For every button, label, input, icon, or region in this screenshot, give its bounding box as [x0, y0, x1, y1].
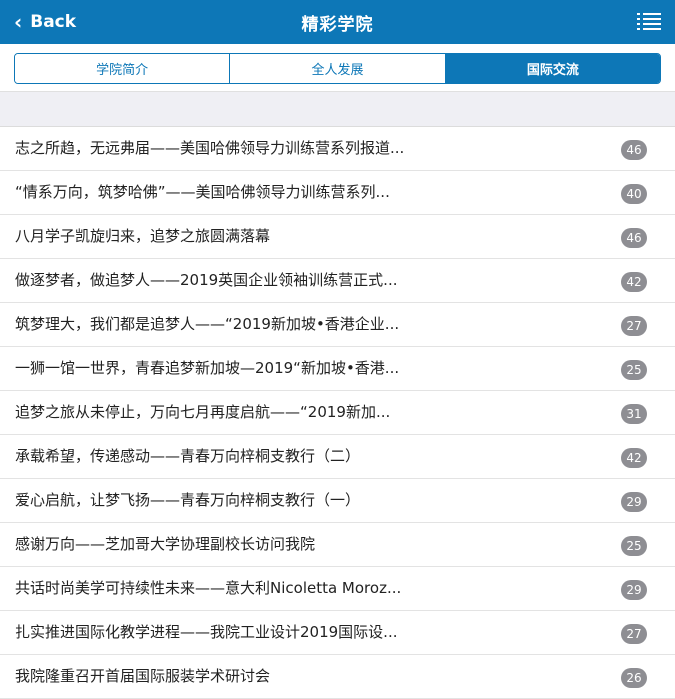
view-count-badge: 42	[621, 448, 647, 468]
article-title: 志之所趋，无远弗届——美国哈佛领导力训练营系列报道...	[15, 139, 405, 157]
tab-international-exchange[interactable]: 国际交流	[444, 54, 660, 83]
view-count-badge: 42	[621, 272, 647, 292]
article-title: 承载希望，传递感动——青春万向梓桐支教行（二）	[15, 447, 361, 465]
list-item[interactable]: 追梦之旅从未停止，万向七月再度启航——“2019新加... 31	[0, 391, 675, 435]
article-title: 感谢万向——芝加哥大学协理副校长访问我院	[15, 535, 316, 553]
section-divider	[0, 91, 675, 127]
tab-college-intro[interactable]: 学院简介	[15, 54, 230, 83]
article-title: 做逐梦者，做追梦人——2019英国企业领袖训练营正式...	[15, 271, 398, 289]
list-item[interactable]: 筑梦理大，我们都是追梦人——“2019新加坡•香港企业... 27	[0, 303, 675, 347]
list-item[interactable]: 爱心启航，让梦飞扬——青春万向梓桐支教行（一） 29	[0, 479, 675, 523]
list-item[interactable]: 志之所趋，无远弗届——美国哈佛领导力训练营系列报道... 46	[0, 127, 675, 171]
list-item[interactable]: 扎实推进国际化教学进程——我院工业设计2019国际设... 27	[0, 611, 675, 655]
view-count-badge: 31	[621, 404, 647, 424]
back-button[interactable]: ‹ Back	[14, 0, 76, 44]
back-label: Back	[30, 12, 77, 32]
view-count-badge: 27	[621, 624, 647, 644]
app-header: ‹ Back 精彩学院	[0, 0, 675, 44]
tab-bar: 学院简介 全人发展 国际交流	[0, 44, 675, 91]
list-item[interactable]: 一狮一馆一世界，青春追梦新加坡—2019“新加坡•香港... 25	[0, 347, 675, 391]
list-menu-icon[interactable]	[637, 13, 661, 31]
view-count-badge: 46	[621, 228, 647, 248]
page-title: 精彩学院	[301, 14, 374, 35]
list-item[interactable]: “情系万向，筑梦哈佛”——美国哈佛领导力训练营系列... 40	[0, 171, 675, 215]
article-title: 我院隆重召开首届国际服装学术研讨会	[15, 667, 271, 685]
segmented-control: 学院简介 全人发展 国际交流	[14, 53, 661, 84]
article-title: 扎实推进国际化教学进程——我院工业设计2019国际设...	[15, 623, 398, 641]
view-count-badge: 29	[621, 580, 647, 600]
tab-whole-person-development[interactable]: 全人发展	[229, 54, 445, 83]
article-title: 爱心启航，让梦飞扬——青春万向梓桐支教行（一）	[15, 491, 361, 509]
view-count-badge: 26	[621, 668, 647, 688]
article-title: 筑梦理大，我们都是追梦人——“2019新加坡•香港企业...	[15, 315, 400, 333]
list-item[interactable]: 感谢万向——芝加哥大学协理副校长访问我院 25	[0, 523, 675, 567]
view-count-badge: 27	[621, 316, 647, 336]
view-count-badge: 40	[621, 184, 647, 204]
view-count-badge: 46	[621, 140, 647, 160]
list-item[interactable]: 承载希望，传递感动——青春万向梓桐支教行（二） 42	[0, 435, 675, 479]
list-item[interactable]: 我院隆重召开首届国际服装学术研讨会 26	[0, 655, 675, 699]
article-title: 一狮一馆一世界，青春追梦新加坡—2019“新加坡•香港...	[15, 359, 400, 377]
list-item[interactable]: 共话时尚美学可持续性未来——意大利Nicoletta Moroz... 29	[0, 567, 675, 611]
view-count-badge: 29	[621, 492, 647, 512]
article-title: 八月学子凯旋归来，追梦之旅圆满落幕	[15, 227, 271, 245]
article-title: 追梦之旅从未停止，万向七月再度启航——“2019新加...	[15, 403, 391, 421]
list-item[interactable]: 八月学子凯旋归来，追梦之旅圆满落幕 46	[0, 215, 675, 259]
list-item[interactable]: 做逐梦者，做追梦人——2019英国企业领袖训练营正式... 42	[0, 259, 675, 303]
article-title: “情系万向，筑梦哈佛”——美国哈佛领导力训练营系列...	[15, 183, 390, 201]
article-list: 志之所趋，无远弗届——美国哈佛领导力训练营系列报道... 46 “情系万向，筑梦哈…	[0, 127, 675, 699]
view-count-badge: 25	[621, 360, 647, 380]
chevron-left-icon: ‹	[14, 10, 23, 34]
article-title: 共话时尚美学可持续性未来——意大利Nicoletta Moroz...	[15, 579, 402, 597]
view-count-badge: 25	[621, 536, 647, 556]
